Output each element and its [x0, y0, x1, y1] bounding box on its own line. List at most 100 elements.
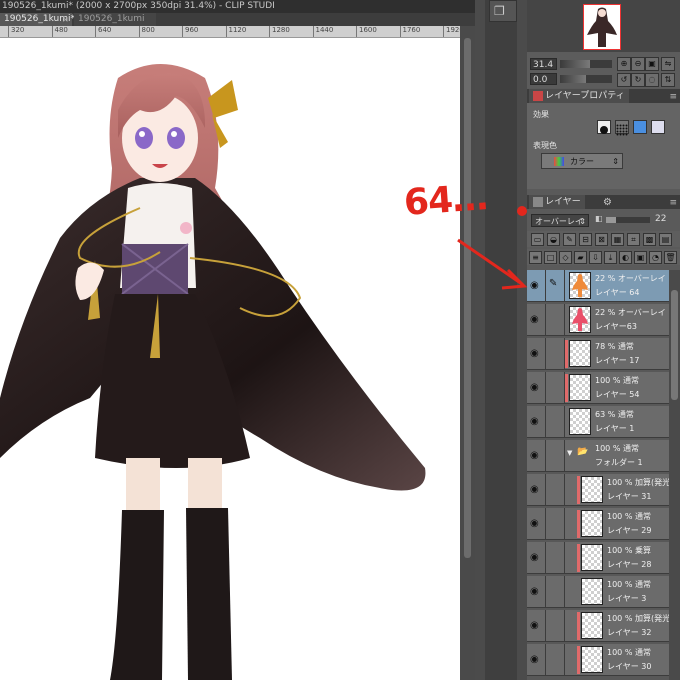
- edit-target-cell[interactable]: [545, 440, 565, 471]
- drawing-canvas[interactable]: [0, 38, 460, 680]
- close-icon[interactable]: ×: [62, 13, 69, 26]
- new-raster-layer-icon[interactable]: □: [544, 251, 557, 264]
- layer-row[interactable]: ◉ ✎ 22 % オーバーレイ レイヤー 64: [527, 270, 669, 302]
- reference-icon[interactable]: ◒: [547, 233, 560, 246]
- apply-mask-icon[interactable]: ▣: [634, 251, 647, 264]
- layer-row[interactable]: ◉ 63 % 通常 レイヤー 1: [527, 406, 669, 438]
- layer-row[interactable]: ◉ 100 % 加算(発光) レイヤー 32: [527, 610, 673, 642]
- eye-icon[interactable]: ◉: [530, 586, 544, 598]
- layer-row[interactable]: ◉ 100 % 加算(発光) レイヤー 31: [527, 474, 673, 506]
- eye-icon[interactable]: ◉: [530, 518, 544, 530]
- eye-icon[interactable]: ◉: [530, 552, 544, 564]
- clip-icon[interactable]: ▭: [531, 233, 544, 246]
- navigator-preview[interactable]: [583, 4, 621, 50]
- eye-icon[interactable]: ◉: [530, 314, 544, 326]
- tab-layer[interactable]: レイヤー: [529, 195, 585, 209]
- zoom-out-icon[interactable]: ⊖: [631, 57, 645, 71]
- tab-label: 190526_1kumi: [78, 14, 145, 24]
- new-folder-icon[interactable]: ▰: [574, 251, 587, 264]
- create-mask-icon[interactable]: ◐: [619, 251, 632, 264]
- edit-target-cell[interactable]: [545, 576, 565, 607]
- layer-row[interactable]: ◉ 22 % オーバーレイ レイヤー63: [527, 304, 669, 336]
- tone-effect-icon[interactable]: [615, 120, 629, 136]
- rotate-right-icon[interactable]: ↻: [631, 73, 645, 87]
- edit-target-cell[interactable]: [545, 338, 565, 369]
- layer-menu-icon[interactable]: ≡: [529, 251, 542, 264]
- scrollbar-thumb[interactable]: [671, 290, 678, 400]
- eye-icon[interactable]: ◉: [530, 382, 544, 394]
- zoom-in-icon[interactable]: ⊕: [617, 57, 631, 71]
- layer-row[interactable]: ◉ 100 % 乗算 レイヤー 28: [527, 542, 669, 574]
- layer-row[interactable]: ◉ 100 % 通常 レイヤー 3: [527, 576, 669, 608]
- layer-row[interactable]: ◉ ▼ 📂 100 % 通常 フォルダー 1: [527, 440, 669, 472]
- panel-menu-icon[interactable]: ≡: [669, 90, 677, 104]
- layer-blend-info: 63 % 通常: [595, 410, 634, 419]
- layer-property-body: 効果 表現色 カラー ⇕: [527, 103, 680, 189]
- edit-target-cell[interactable]: [545, 508, 565, 539]
- clipping-indicator: [577, 544, 580, 572]
- expression-color-select[interactable]: カラー ⇕: [541, 153, 623, 169]
- canvas-vertical-scrollbar[interactable]: [460, 26, 475, 680]
- rotate-left-icon[interactable]: ↺: [617, 73, 631, 87]
- layer-list-scrollbar[interactable]: [669, 270, 680, 680]
- zoom-value[interactable]: 31.4: [530, 58, 557, 70]
- edit-target-cell[interactable]: ✎: [545, 270, 565, 301]
- edit-target-cell[interactable]: [545, 474, 565, 505]
- edit-target-cell[interactable]: [545, 610, 565, 641]
- expand-triangle-icon[interactable]: ▼: [567, 449, 572, 457]
- mask-enable-icon[interactable]: ▦: [611, 233, 624, 246]
- horizontal-ruler: 320 480 640 800 960 1120 1280 1440 1600 1760 1920: [0, 26, 460, 38]
- eye-icon[interactable]: ◉: [530, 654, 544, 666]
- scrollbar-thumb[interactable]: [464, 38, 471, 558]
- layer-color-effect-icon[interactable]: [633, 120, 647, 134]
- hide-icon[interactable]: ◔: [649, 251, 662, 264]
- new-vector-layer-icon[interactable]: ◇: [559, 251, 572, 264]
- tab-layer-property[interactable]: レイヤープロパティ: [529, 89, 629, 103]
- lock-transparent-icon[interactable]: ⊠: [595, 233, 608, 246]
- eye-icon[interactable]: ◉: [530, 620, 544, 632]
- layer-row[interactable]: ◉ 78 % 通常 レイヤー 17: [527, 338, 669, 370]
- expression-color-label: 表現色: [533, 141, 557, 150]
- panel-menu-icon[interactable]: ≡: [669, 196, 677, 210]
- ruler-mark: 1920: [443, 26, 460, 37]
- rotation-slider[interactable]: [560, 75, 612, 83]
- panel-toggle-button[interactable]: ❐: [489, 0, 517, 22]
- layer-blend-info: 100 % 通常: [595, 444, 639, 453]
- trash-icon[interactable]: 🗑: [664, 251, 677, 264]
- palette-icon[interactable]: ▩: [643, 233, 656, 246]
- transfer-down-icon[interactable]: ⇩: [589, 251, 602, 264]
- reset-rotation-icon[interactable]: ◌: [645, 73, 659, 87]
- flip-icon[interactable]: ⇋: [661, 57, 675, 71]
- layer-row[interactable]: ◉ 100 % 通常 レイヤー 54: [527, 372, 669, 404]
- auto-action-icon[interactable]: ⚙: [603, 196, 612, 210]
- ruler-icon[interactable]: ⌗: [627, 233, 640, 246]
- blend-mode-select[interactable]: オーバーレイ ⇕: [531, 214, 589, 227]
- eye-icon[interactable]: ◉: [530, 416, 544, 428]
- layer-row[interactable]: ◉ 100 % 通常 レイヤー 29: [527, 508, 669, 540]
- draft-icon[interactable]: ✎: [563, 233, 576, 246]
- edit-target-cell[interactable]: [545, 372, 565, 403]
- zoom-slider[interactable]: [560, 60, 612, 68]
- edit-target-cell[interactable]: [545, 542, 565, 573]
- annotation-label: 64…: [402, 177, 489, 224]
- opacity-value[interactable]: 22: [655, 214, 666, 224]
- fit-icon[interactable]: ▣: [645, 57, 659, 71]
- eye-icon[interactable]: ◉: [530, 348, 544, 360]
- merge-down-icon[interactable]: ⤓: [604, 251, 617, 264]
- extract-line-effect-icon[interactable]: [651, 120, 665, 134]
- eye-icon[interactable]: ◉: [530, 484, 544, 496]
- opacity-slider[interactable]: [606, 217, 650, 223]
- flip-vertical-icon[interactable]: ⇅: [661, 73, 675, 87]
- lock-icon[interactable]: ⊟: [579, 233, 592, 246]
- eye-icon[interactable]: ◉: [530, 280, 544, 292]
- rotation-value[interactable]: 0.0: [530, 73, 557, 85]
- border-effect-icon[interactable]: [597, 120, 611, 134]
- edit-target-cell[interactable]: [545, 644, 565, 675]
- edit-target-cell[interactable]: [545, 406, 565, 437]
- eye-icon[interactable]: ◉: [530, 450, 544, 462]
- layer-row[interactable]: ◉ 100 % 通常 レイヤー 30: [527, 644, 669, 676]
- layer-blend-info: 100 % 通常: [595, 376, 639, 385]
- edit-target-cell[interactable]: [545, 304, 565, 335]
- document-tab-inactive[interactable]: 190526_1kumi: [74, 13, 156, 26]
- grid-icon[interactable]: ▤: [659, 233, 672, 246]
